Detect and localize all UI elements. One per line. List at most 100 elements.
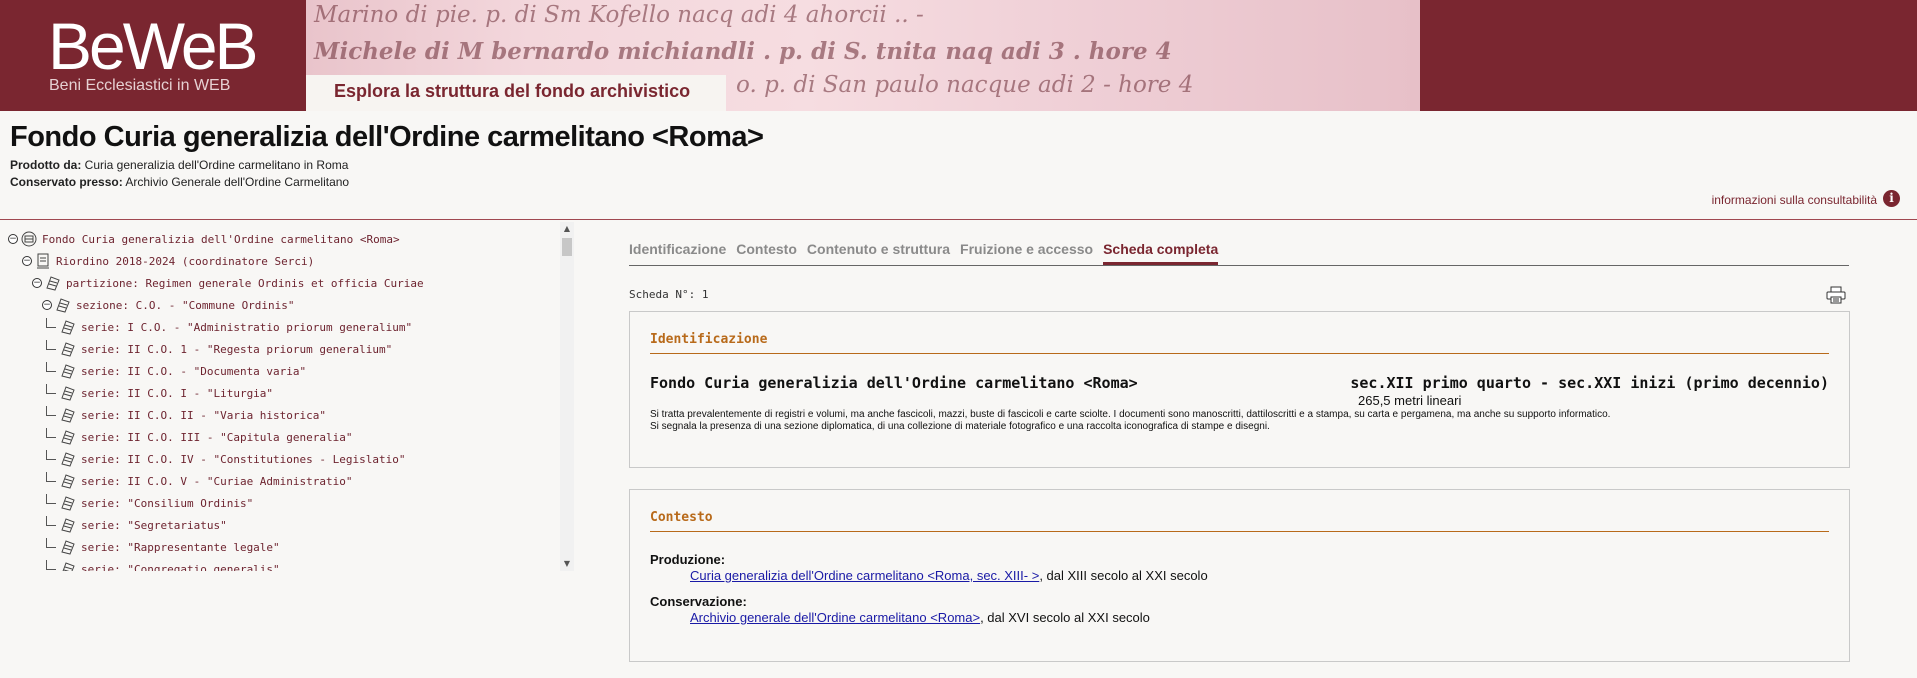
page-title: Fondo Curia generalizia dell'Ordine carm… (10, 121, 764, 153)
folder-icon (61, 408, 75, 423)
tree-item[interactable]: serie: II C.O. IV - "Constitutiones - Le… (46, 448, 406, 470)
collapse-icon[interactable]: − (42, 300, 52, 310)
folder-icon (62, 562, 75, 571)
conservato-line: Conservato presso: Archivio Generale del… (10, 175, 349, 189)
folder-icon (56, 298, 70, 313)
fondo-icon (21, 231, 37, 247)
collapse-icon[interactable]: − (8, 234, 18, 244)
contesto-heading: Contesto (650, 510, 713, 525)
tree-item-label: serie: II C.O. II - "Varia historica" (81, 408, 327, 422)
header-banner: Marino di pie. p. di Sm Kofello nacq adi… (306, 0, 1420, 111)
fondo-name: Fondo Curia generalizia dell'Ordine carm… (650, 374, 1138, 392)
produzione-link[interactable]: Curia generalizia dell'Ordine carmelitan… (690, 568, 1039, 583)
folder-icon (61, 364, 75, 379)
banner-script-line: Marino di pie. p. di Sm Kofello nacq adi… (314, 2, 924, 28)
tree-item[interactable]: serie: II C.O. V - "Curiae Administratio… (46, 470, 353, 492)
tree-item[interactable]: serie: "Rappresentante legale" (46, 536, 280, 558)
logo[interactable]: BeWeB Beni Ecclesiastici in WEB (0, 0, 306, 111)
tree-item-label: serie: II C.O. 1 - "Regesta priorum gene… (81, 342, 393, 356)
tree-item-label: serie: I C.O. - "Administratio priorum g… (81, 320, 413, 334)
tree-scrollbar[interactable]: ▲ ▼ (560, 222, 574, 571)
conservazione-label: Conservazione: (650, 594, 747, 609)
folder-icon (61, 430, 75, 445)
fondo-description: Si tratta prevalentemente di registri e … (650, 409, 1611, 420)
detail-tabs: Identificazione Contesto Contenuto e str… (629, 241, 1849, 266)
conservazione-range: , dal XVI secolo al XXI secolo (980, 610, 1150, 625)
prodotto-label: Prodotto da: (10, 158, 82, 172)
logo-subtitle: Beni Ecclesiastici in WEB (49, 77, 231, 94)
tree-item-label: Riordino 2018-2024 (coordinatore Serci) (56, 254, 315, 268)
collapse-icon[interactable]: − (32, 278, 42, 288)
tree-item-label: serie: II C.O. - "Documenta varia" (81, 364, 307, 378)
tab-scheda-completa[interactable]: Scheda completa (1103, 241, 1219, 265)
tree-item-label: serie: II C.O. V - "Curiae Administratio… (81, 474, 353, 488)
header-divider (0, 219, 1917, 220)
folder-icon (61, 474, 75, 489)
folder-icon (61, 320, 75, 335)
folder-icon (61, 452, 75, 467)
identificazione-panel: Identificazione Fondo Curia generalizia … (629, 311, 1850, 468)
scroll-up-icon[interactable]: ▲ (560, 222, 574, 236)
folder-icon (61, 518, 75, 533)
banner-script-line: Michele di M bernardo michiandli . p. di… (314, 38, 1172, 65)
scroll-thumb[interactable] (562, 238, 572, 256)
archive-tree: − Fondo Curia generalizia dell'Ordine ca… (6, 228, 559, 571)
tree-item[interactable]: serie: "Congregatio generalis" (46, 558, 280, 571)
tree-item-label: Fondo Curia generalizia dell'Ordine carm… (42, 232, 400, 246)
tree-item[interactable]: serie: II C.O. 1 - "Regesta priorum gene… (46, 338, 392, 360)
tree-item-label: serie: II C.O. I - "Liturgia" (81, 386, 274, 400)
fondo-date: sec.XII primo quarto - sec.XXI inizi (pr… (1350, 374, 1829, 392)
banner-title: Esplora la struttura del fondo archivist… (334, 81, 691, 101)
tree-item-label: serie: "Segretariatus" (81, 518, 227, 532)
panel-rule (650, 531, 1829, 532)
conservato-label: Conservato presso: (10, 175, 123, 189)
contesto-panel: Contesto Produzione: Curia generalizia d… (629, 489, 1850, 662)
tree-item-label: serie: II C.O. III - "Capitula generalia… (81, 430, 353, 444)
tree-item-label: serie: "Congregatio generalis" (81, 562, 280, 572)
produzione-label: Produzione: (650, 552, 726, 567)
site-header: BeWeB Beni Ecclesiastici in WEB Marino d… (0, 0, 1917, 111)
scheda-number: Scheda N°: 1 (629, 288, 709, 301)
tab-contenuto-struttura[interactable]: Contenuto e struttura (807, 241, 950, 265)
prodotto-value: Curia generalizia dell'Ordine carmelitan… (84, 158, 349, 172)
tree-item[interactable]: serie: "Segretariatus" (46, 514, 227, 536)
tree-item-label: sezione: C.O. - "Commune Ordinis" (76, 298, 295, 312)
tab-fruizione-accesso[interactable]: Fruizione e accesso (960, 241, 1093, 265)
conservazione-line: Archivio generale dell'Ordine carmelitan… (690, 610, 1150, 625)
tree-item[interactable]: serie: I C.O. - "Administratio priorum g… (46, 316, 412, 338)
folder-icon (61, 342, 75, 357)
folder-icon (61, 386, 75, 401)
produzione-range: , dal XIII secolo al XXI secolo (1039, 568, 1208, 583)
folder-icon (61, 496, 75, 511)
tree-item-label: partizione: Regimen generale Ordinis et … (66, 276, 424, 290)
panel-rule (650, 353, 1829, 354)
riordino-icon (37, 253, 49, 269)
tree-item[interactable]: serie: II C.O. I - "Liturgia" (46, 382, 273, 404)
tree-item-label: serie: "Rappresentante legale" (81, 540, 280, 554)
fondo-description: Si segnala la presenza di una sezione di… (650, 421, 1270, 432)
info-icon[interactable]: i (1883, 190, 1900, 207)
collapse-icon[interactable]: − (22, 256, 32, 266)
tree-item[interactable]: − partizione: Regimen generale Ordinis e… (32, 272, 424, 294)
tree-item[interactable]: − Riordino 2018-2024 (coordinatore Serci… (22, 250, 314, 272)
logo-wordmark: BeWeB (48, 9, 259, 83)
fondo-extent: 265,5 metri lineari (1358, 393, 1462, 408)
banner-script-line: o. p. di San paulo nacque adi 2 - hore 4 (736, 72, 1194, 98)
tree-item[interactable]: − Fondo Curia generalizia dell'Ordine ca… (8, 228, 400, 250)
tab-contesto[interactable]: Contesto (736, 241, 797, 265)
tab-identificazione[interactable]: Identificazione (629, 241, 726, 265)
scroll-down-icon[interactable]: ▼ (560, 557, 574, 571)
tree-item[interactable]: serie: "Consilium Ordinis" (46, 492, 253, 514)
consultability-link[interactable]: informazioni sulla consultabilità (1712, 193, 1877, 207)
produzione-line: Curia generalizia dell'Ordine carmelitan… (690, 568, 1208, 583)
tree-item[interactable]: serie: II C.O. - "Documenta varia" (46, 360, 306, 382)
tree-item[interactable]: serie: II C.O. II - "Varia historica" (46, 404, 326, 426)
conservazione-link[interactable]: Archivio generale dell'Ordine carmelitan… (690, 610, 980, 625)
conservato-value: Archivio Generale dell'Ordine Carmelitan… (125, 175, 350, 189)
print-icon[interactable] (1826, 286, 1846, 304)
tree-item[interactable]: − sezione: C.O. - "Commune Ordinis" (42, 294, 295, 316)
prodotto-line: Prodotto da: Curia generalizia dell'Ordi… (10, 158, 348, 172)
folder-icon (61, 540, 75, 555)
tree-item[interactable]: serie: II C.O. III - "Capitula generalia… (46, 426, 353, 448)
folder-icon (46, 276, 60, 291)
